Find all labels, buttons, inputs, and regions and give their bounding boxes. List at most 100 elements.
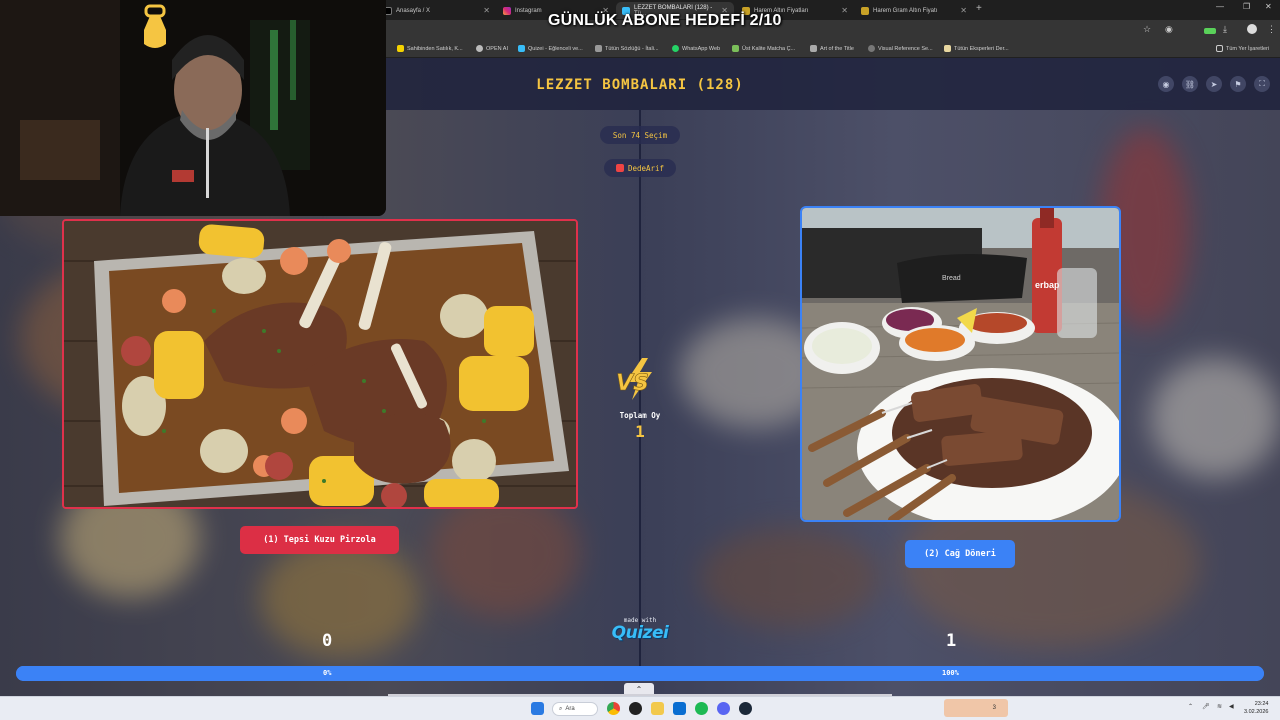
- stream-goal-title: GÜNLÜK ABONE HEDEFİ 2/10: [548, 12, 782, 29]
- background-blur: [260, 538, 420, 658]
- bookmark-item[interactable]: Art of the Title: [810, 45, 854, 52]
- notification-count: 3: [992, 705, 996, 711]
- tab-label: Anasayfa / X: [396, 7, 431, 14]
- spotify-icon[interactable]: [695, 702, 708, 715]
- progress-fill-right: [16, 666, 1264, 681]
- all-bookmarks[interactable]: Tüm Yer İşaretleri: [1216, 45, 1269, 52]
- flag-icon[interactable]: ⚑: [1230, 76, 1246, 92]
- tab-label: Instagram: [515, 7, 542, 14]
- close-icon[interactable]: ✕: [960, 6, 967, 15]
- close-icon[interactable]: ✕: [483, 6, 490, 15]
- discord-icon[interactable]: [717, 702, 730, 715]
- windows-start-icon[interactable]: [531, 702, 544, 715]
- bookmark-item[interactable]: Üst Kalite Matcha Ç...: [732, 45, 795, 52]
- download-icon[interactable]: ⤓: [1223, 24, 1227, 35]
- whatsapp-icon: [672, 45, 679, 52]
- tab-x[interactable]: Anasayfa / X ✕: [378, 2, 496, 19]
- fullscreen-icon[interactable]: ⛶: [1254, 76, 1270, 92]
- store-icon[interactable]: [673, 702, 686, 715]
- left-percent: 0%: [323, 669, 332, 677]
- minimize-icon[interactable]: —: [1216, 2, 1224, 11]
- vs-badge: VS: [612, 356, 668, 402]
- bread-text: Bread: [942, 275, 961, 282]
- taskbar-clock[interactable]: 23:24 3.02.2026: [1244, 700, 1268, 716]
- clock-date: 3.02.2026: [1244, 709, 1269, 715]
- share-icon[interactable]: ➤: [1206, 76, 1222, 92]
- sahibinden-icon: [397, 45, 404, 52]
- quizei-icon: [518, 45, 525, 52]
- bookmark-item[interactable]: OPEN AI: [476, 45, 508, 52]
- art-icon: [810, 45, 817, 52]
- choice-right-button[interactable]: (2) Cağ Döneri: [905, 540, 1015, 568]
- battery-icon: [1204, 28, 1216, 34]
- player-badge: DedeArif: [604, 159, 676, 177]
- total-votes-value: 1: [635, 422, 645, 441]
- matcha-icon: [732, 45, 739, 52]
- visual-reference-icon: [868, 45, 875, 52]
- background-blur: [1150, 358, 1280, 478]
- round-badge: Son 74 Seçim: [600, 126, 680, 144]
- chevron-up-icon[interactable]: ⌃: [1188, 703, 1193, 710]
- bookmark-item[interactable]: Visual Reference Se...: [868, 45, 933, 52]
- total-votes-label: Toplam Oy: [619, 411, 661, 420]
- screen: Anasayfa / X ✕ Instagram ✕ LEZZET BOMBAL…: [0, 0, 1280, 720]
- tab-harem-gram[interactable]: Harem Gram Altın Fiyatı ✕: [855, 2, 973, 19]
- bookmark-label: Art of the Title: [820, 45, 854, 52]
- background-blur: [700, 528, 880, 628]
- app-icon[interactable]: [629, 702, 642, 715]
- vote-progress-bar: 0% 100%: [16, 666, 1264, 681]
- bookmark-label: Üst Kalite Matcha Ç...: [742, 45, 796, 52]
- bookmark-label: Visual Reference Se...: [878, 45, 933, 52]
- right-percent: 100%: [942, 669, 959, 677]
- bookmark-item[interactable]: WhatsApp Web: [672, 45, 720, 52]
- volume-icon[interactable]: ◀: [1229, 703, 1234, 710]
- bookmark-label: OPEN AI: [486, 45, 509, 52]
- option-left-card[interactable]: [62, 219, 578, 509]
- bookmark-label: Quizei - Eğlenceli ve...: [528, 45, 583, 52]
- bookmark-item[interactable]: Tütün Eksperleri Der...: [944, 45, 1009, 52]
- choice-left-button[interactable]: (1) Tepsi Kuzu Pirzola: [240, 526, 399, 554]
- folder-icon[interactable]: [651, 702, 664, 715]
- menu-icon[interactable]: ⋮: [1267, 24, 1276, 35]
- extension-icon[interactable]: ◉: [1165, 24, 1173, 35]
- eye-icon[interactable]: ◉: [1158, 76, 1174, 92]
- taskbar-search[interactable]: ⌕ Ara: [552, 702, 598, 716]
- bookmark-item[interactable]: Sahibinden Satılık, K...: [397, 45, 463, 52]
- folder-icon: [1216, 45, 1223, 52]
- harem-icon: [861, 6, 869, 15]
- bookmark-label: Tütün Sözlüğü - İtali...: [605, 45, 659, 52]
- document-icon: [595, 45, 602, 52]
- quizei-logo[interactable]: Quizei: [600, 623, 680, 643]
- bookmark-item[interactable]: Tütün Sözlüğü - İtali...: [595, 45, 659, 52]
- close-icon[interactable]: ✕: [841, 6, 848, 15]
- window-close-icon[interactable]: ✕: [1265, 2, 1272, 11]
- chrome-icon[interactable]: [607, 702, 620, 715]
- bookmark-item[interactable]: Quizei - Eğlenceli ve...: [518, 45, 583, 52]
- tab-label: Harem Gram Altın Fiyatı: [873, 7, 938, 14]
- profile-icon[interactable]: [1247, 24, 1257, 34]
- choice-left-label: (1) Tepsi Kuzu Pirzola: [263, 535, 376, 545]
- restore-icon[interactable]: ❐: [1243, 2, 1250, 11]
- player-name: DedeArif: [627, 163, 665, 173]
- choice-right-label: (2) Cağ Döneri: [924, 549, 996, 559]
- clock-time: 23:24: [1254, 701, 1269, 707]
- webcam-image: [0, 0, 386, 216]
- bottle-label: erbap: [1035, 280, 1060, 290]
- option-right-image: Bread erbap: [802, 208, 1119, 520]
- new-tab-icon[interactable]: +: [976, 3, 982, 14]
- search-label: Ara: [565, 706, 575, 712]
- notification-area[interactable]: 3: [944, 699, 1008, 717]
- vs-text: VS: [616, 371, 649, 396]
- steam-icon[interactable]: [739, 702, 752, 715]
- openai-icon: [476, 45, 483, 52]
- bookmark-label: Tüm Yer İşaretleri: [1226, 45, 1270, 52]
- round-label: Son 74 Seçim: [612, 130, 668, 140]
- bookmark-label: Tütün Eksperleri Der...: [954, 45, 1009, 52]
- right-vote-count: 1: [946, 631, 957, 651]
- star-icon[interactable]: ☆: [1143, 24, 1151, 35]
- option-right-card[interactable]: Bread erbap: [800, 206, 1121, 522]
- wifi-icon[interactable]: ≋: [1217, 703, 1222, 710]
- search-icon: ⌕: [559, 705, 563, 712]
- mic-icon[interactable]: 🎤︎: [1202, 703, 1210, 710]
- link-icon[interactable]: ⛓: [1182, 76, 1198, 92]
